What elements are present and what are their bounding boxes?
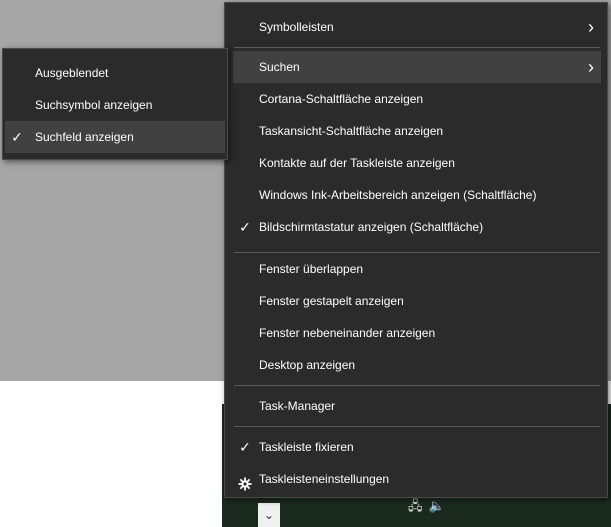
menu-item-label: Symbolleisten	[259, 20, 334, 34]
menu-item-taskleiste-fixieren[interactable]: ✓ Taskleiste fixieren	[233, 431, 601, 463]
menu-item-label: Fenster überlappen	[259, 262, 364, 276]
menu-item-label: Taskleisteneinstellungen	[259, 472, 390, 486]
menu-item-label: Taskleiste fixieren	[259, 440, 354, 454]
menu-item-bildschirmtastatur[interactable]: ✓ Bildschirmtastatur anzeigen (Schaltflä…	[233, 211, 601, 243]
checkmark-icon: ✓	[239, 439, 251, 455]
menu-item-fenster-nebeneinander[interactable]: Fenster nebeneinander anzeigen	[233, 317, 601, 349]
system-tray: 🖧 🔈	[408, 496, 445, 516]
menu-item-label: Fenster nebeneinander anzeigen	[259, 326, 436, 340]
menu-item-label: Windows Ink-Arbeitsbereich anzeigen (Sch…	[259, 188, 537, 202]
menu-item-symbolleisten[interactable]: Symbolleisten ›	[233, 11, 601, 43]
window-area	[0, 381, 222, 527]
checkmark-icon: ✓	[11, 129, 23, 145]
menu-item-label: Bildschirmtastatur anzeigen (Schaltfläch…	[259, 220, 484, 234]
submenu-item-ausgeblendet[interactable]: Ausgeblendet	[5, 57, 225, 89]
volume-icon[interactable]: 🔈	[429, 496, 445, 516]
gear-icon	[235, 468, 255, 491]
taskbar-context-menu: Symbolleisten › Suchen › Cortana-Schaltf…	[224, 2, 608, 498]
menu-separator	[234, 385, 600, 386]
menu-item-suchen[interactable]: Suchen ›	[233, 51, 601, 83]
menu-separator	[234, 426, 600, 427]
menu-item-taskansicht[interactable]: Taskansicht-Schaltfläche anzeigen	[233, 115, 601, 147]
menu-item-label: Task-Manager	[259, 399, 336, 413]
menu-item-task-manager[interactable]: Task-Manager	[233, 390, 601, 422]
menu-item-taskleisteneinstellungen[interactable]: Taskleisteneinstellungen	[233, 463, 601, 495]
menu-item-label: Cortana-Schaltfläche anzeigen	[259, 92, 424, 106]
menu-item-fenster-gestapelt[interactable]: Fenster gestapelt anzeigen	[233, 285, 601, 317]
menu-item-label: Suchen	[259, 60, 300, 74]
submenu-item-suchsymbol[interactable]: Suchsymbol anzeigen	[5, 89, 225, 121]
chevron-right-icon: ›	[588, 57, 594, 77]
submenu-item-label: Suchsymbol anzeigen	[35, 98, 153, 112]
menu-item-kontakte[interactable]: Kontakte auf der Taskleiste anzeigen	[233, 147, 601, 179]
menu-item-label: Fenster gestapelt anzeigen	[259, 294, 404, 308]
menu-item-fenster-ueberlappen[interactable]: Fenster überlappen	[233, 253, 601, 285]
menu-separator	[234, 47, 600, 48]
menu-item-cortana[interactable]: Cortana-Schaltfläche anzeigen	[233, 83, 601, 115]
submenu-item-suchfeld[interactable]: ✓ Suchfeld anzeigen	[5, 121, 225, 153]
menu-item-windows-ink[interactable]: Windows Ink-Arbeitsbereich anzeigen (Sch…	[233, 179, 601, 211]
network-icon[interactable]: 🖧	[408, 496, 423, 516]
menu-item-label: Desktop anzeigen	[259, 358, 356, 372]
menu-item-label: Kontakte auf der Taskleiste anzeigen	[259, 156, 455, 170]
checkmark-icon: ✓	[239, 219, 251, 235]
submenu-item-label: Suchfeld anzeigen	[35, 130, 134, 144]
menu-item-desktop-anzeigen[interactable]: Desktop anzeigen	[233, 349, 601, 381]
suchen-submenu: Ausgeblendet Suchsymbol anzeigen ✓ Suchf…	[2, 48, 228, 160]
menu-item-label: Taskansicht-Schaltfläche anzeigen	[259, 124, 444, 138]
submenu-item-label: Ausgeblendet	[35, 66, 109, 80]
chevron-down-icon[interactable]: ⌄	[258, 503, 280, 527]
chevron-right-icon: ›	[588, 17, 594, 37]
